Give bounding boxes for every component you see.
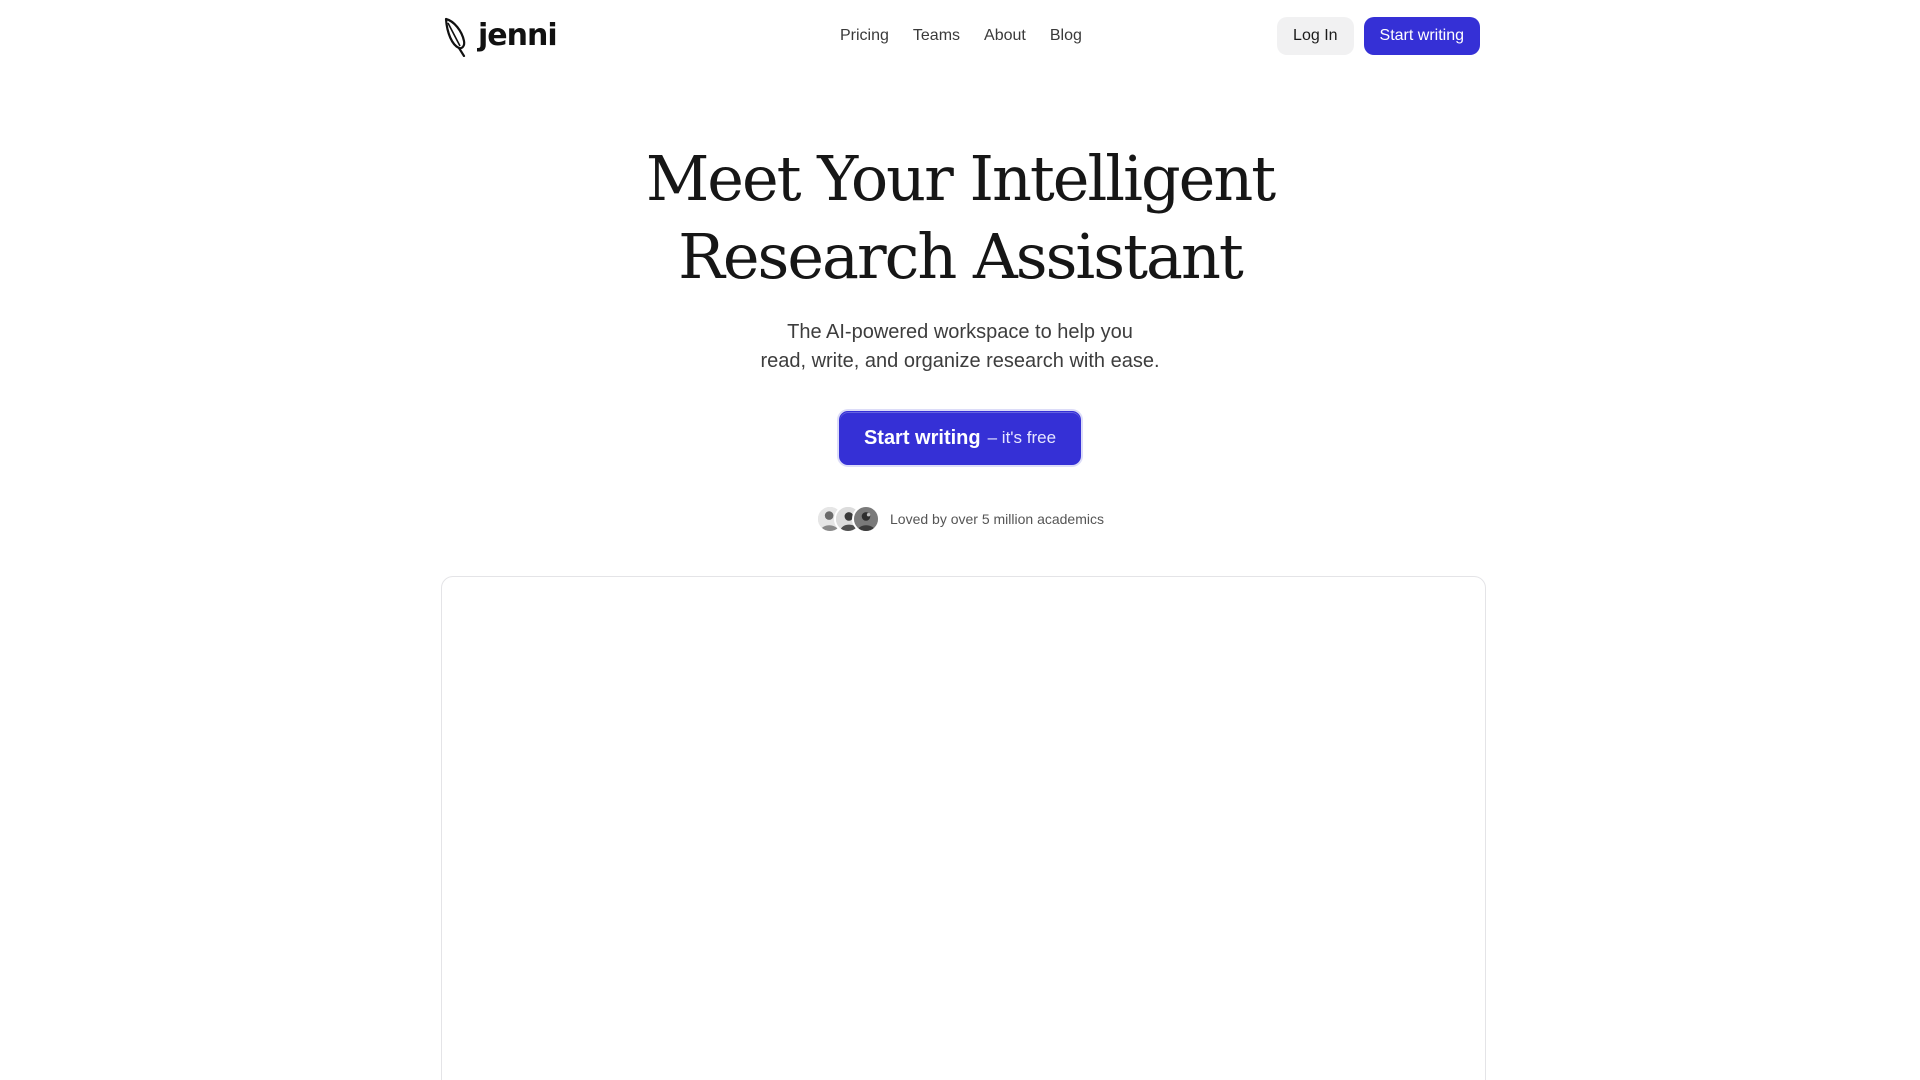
- hero-title-line-1: Meet Your Intelligent: [645, 142, 1276, 215]
- social-proof: Loved by over 5 million academics: [0, 505, 1920, 533]
- start-writing-button[interactable]: Start writing: [1363, 17, 1480, 55]
- brand-wordmark: jenni: [478, 18, 558, 53]
- hero-subtitle-line-2: read, write, and organize research with …: [760, 350, 1160, 372]
- hero-title: Meet Your Intelligent Research Assistant: [0, 140, 1920, 296]
- login-button[interactable]: Log In: [1277, 17, 1354, 55]
- nav-about[interactable]: About: [984, 27, 1026, 45]
- hero-subtitle-line-1: The AI-powered workspace to help you: [787, 321, 1133, 343]
- product-demo-frame: [441, 576, 1486, 1080]
- avatar-group: [816, 505, 880, 533]
- page: jenni Pricing Teams About Blog Log In St…: [0, 0, 1920, 1080]
- quill-icon: [444, 17, 466, 57]
- hero-title-line-2: Research Assistant: [678, 220, 1244, 293]
- hero-cta-wrap: Start writing – it's free: [0, 411, 1920, 465]
- header-actions: Log In Start writing: [1277, 17, 1480, 55]
- cta-suffix-label: – it's free: [987, 428, 1057, 447]
- cta-main-label: Start writing: [863, 426, 981, 449]
- hero-subtitle: The AI-powered workspace to help you rea…: [0, 318, 1920, 376]
- nav-blog[interactable]: Blog: [1050, 27, 1082, 45]
- hero-start-writing-button[interactable]: Start writing – it's free: [838, 411, 1082, 465]
- avatar: [852, 505, 880, 533]
- nav-teams[interactable]: Teams: [913, 27, 960, 45]
- site-header: jenni Pricing Teams About Blog Log In St…: [440, 0, 1480, 72]
- nav-pricing[interactable]: Pricing: [840, 27, 889, 45]
- social-proof-text: Loved by over 5 million academics: [890, 511, 1104, 527]
- main-nav: Pricing Teams About Blog: [840, 0, 1082, 72]
- brand-logo[interactable]: jenni: [440, 15, 558, 57]
